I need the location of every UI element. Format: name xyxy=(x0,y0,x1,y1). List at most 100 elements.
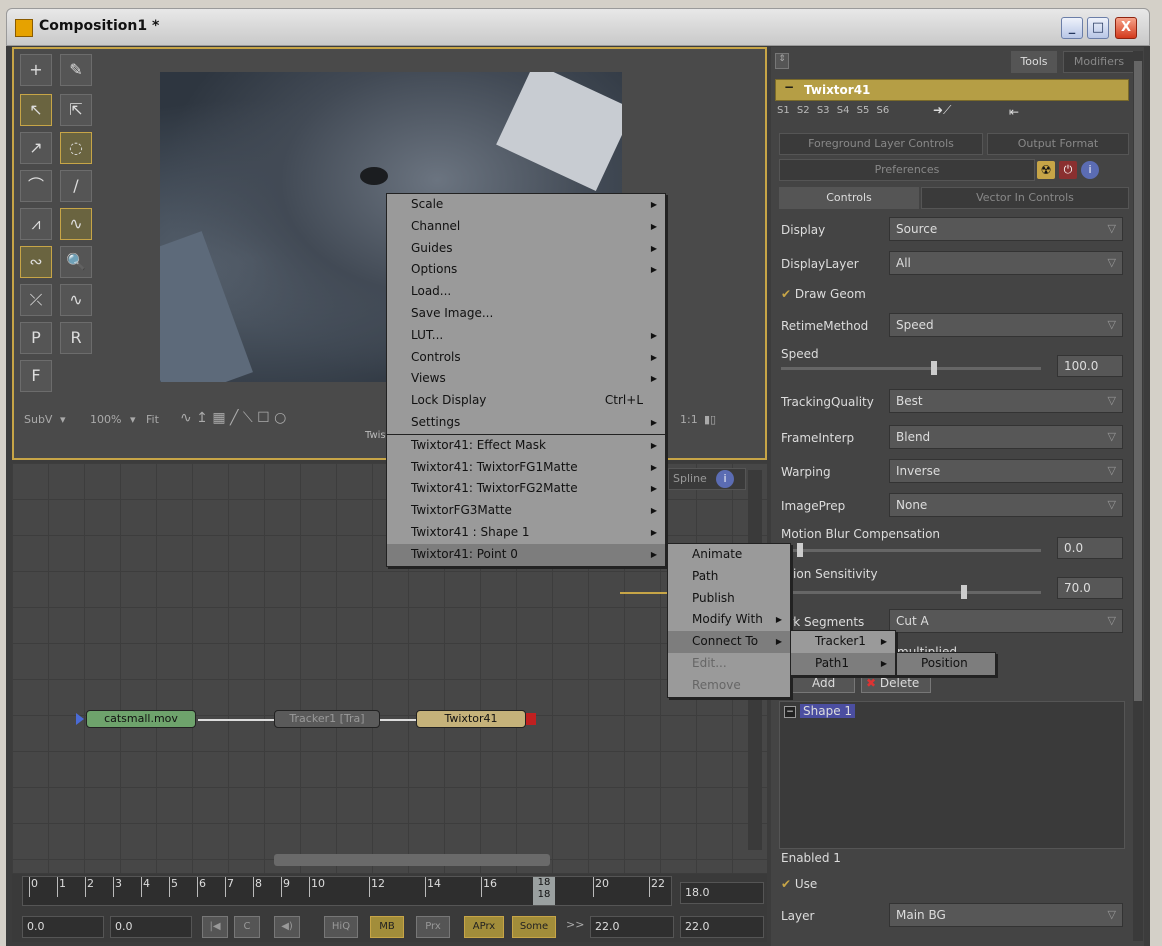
menu-item-fg1matte[interactable]: Twixtor41: TwixtorFG1Matte ▶ xyxy=(387,457,665,479)
render-end-field[interactable]: 22.0 xyxy=(590,916,674,938)
hiq-button[interactable]: HiQ xyxy=(324,916,358,938)
fit-button[interactable]: Fit xyxy=(146,413,159,426)
add-button[interactable]: Add xyxy=(791,673,855,693)
pen-icon[interactable]: ✎ xyxy=(60,54,92,86)
motion-sensitivity-knob[interactable] xyxy=(961,585,967,599)
render-start-field[interactable]: 0.0 xyxy=(110,916,192,938)
lasso-icon[interactable]: ◌ xyxy=(60,132,92,164)
menu-item-path1[interactable]: Path1 ▶ xyxy=(791,652,895,675)
loop-icon[interactable]: C xyxy=(234,916,260,938)
tab-controls[interactable]: Controls xyxy=(779,187,919,209)
publish-pb-icon[interactable]: R xyxy=(60,322,92,354)
menu-item-fg3matte[interactable]: TwixtorFG3Matte ▶ xyxy=(387,500,665,522)
shape-list[interactable]: − Shape 1 xyxy=(779,701,1125,849)
delete-button[interactable]: ✖ Delete xyxy=(861,673,931,693)
shape-item[interactable]: Shape 1 xyxy=(800,704,856,718)
mbc-field[interactable]: 0.0 xyxy=(1057,537,1123,559)
display-dropdown[interactable]: Source xyxy=(889,217,1123,241)
wave-icon[interactable]: ∿ xyxy=(60,284,92,316)
curve-icon[interactable]: ⌒ xyxy=(20,170,52,202)
mb-button[interactable]: MB xyxy=(370,916,404,938)
menu-item-connect-to[interactable]: Connect To ▶ xyxy=(668,631,790,653)
next-arrow[interactable]: >> xyxy=(566,918,584,931)
subview-button[interactable]: SubV xyxy=(24,413,52,426)
menu-item-load[interactable]: Load... xyxy=(387,281,665,303)
menu-item-channel[interactable]: Channel ▶ xyxy=(387,216,665,238)
menu-item-guides[interactable]: Guides ▶ xyxy=(387,238,665,260)
playhead[interactable]: 18 18 xyxy=(533,877,555,905)
link-icon[interactable]: ➜⟋ xyxy=(933,103,951,118)
tool-header[interactable]: − Twixtor41 xyxy=(775,79,1129,101)
panel-scrollbar[interactable] xyxy=(1133,51,1143,941)
menu-item-point0[interactable]: Twixtor41: Point 0 ▶ xyxy=(387,543,665,566)
zoom-level[interactable]: 100% xyxy=(90,413,121,426)
prx-button[interactable]: Prx xyxy=(416,916,450,938)
motion-sensitivity-slider[interactable] xyxy=(781,585,1041,599)
tab-output-format[interactable]: Output Format xyxy=(987,133,1129,155)
point-select-icon[interactable]: ⇱ xyxy=(60,94,92,126)
audio-icon[interactable]: ◀) xyxy=(274,916,300,938)
spline-tools-icon[interactable]: ∿ ↥ ▦ ╱ ⟍ ☐ ○ xyxy=(180,410,286,426)
global-end-field[interactable]: 22.0 xyxy=(680,916,764,938)
freeze-icon[interactable]: F xyxy=(20,360,52,392)
ratio-button[interactable]: 1:1 xyxy=(680,413,698,426)
loader-node[interactable]: catsmall.mov xyxy=(86,710,196,728)
zoom-icon[interactable]: 🔍 xyxy=(60,246,92,278)
speed-slider[interactable] xyxy=(781,361,1041,375)
some-button[interactable]: Some xyxy=(512,916,556,938)
retime-dropdown[interactable]: Speed xyxy=(889,313,1123,337)
tab-preferences[interactable]: Preferences xyxy=(779,159,1035,181)
motion-sensitivity-field[interactable]: 70.0 xyxy=(1057,577,1123,599)
current-time-field[interactable]: 18.0 xyxy=(680,882,764,904)
menu-item-save-image[interactable]: Save Image... xyxy=(387,303,665,325)
menu-item-views[interactable]: Views ▶ xyxy=(387,368,665,390)
break-icon[interactable]: ⤫ xyxy=(20,284,52,316)
reset-icon[interactable]: ⏻ xyxy=(1059,161,1077,179)
aprx-button[interactable]: APrx xyxy=(464,916,504,938)
panel-scrollbar-thumb[interactable] xyxy=(1134,61,1142,701)
tab-vector-in-controls[interactable]: Vector In Controls xyxy=(921,187,1129,209)
menu-item-scale[interactable]: Scale ▶ xyxy=(387,194,665,216)
output-port-icon[interactable] xyxy=(526,713,536,725)
slots[interactable]: S1 S2 S3 S4 S5 S6 xyxy=(777,105,889,116)
polyline-icon[interactable]: ⩘ xyxy=(20,208,52,240)
menu-item-animate[interactable]: Animate xyxy=(668,544,790,566)
publish-p-icon[interactable]: P xyxy=(20,322,52,354)
display-layer-dropdown[interactable]: All xyxy=(889,251,1123,275)
speed-field[interactable]: 100.0 xyxy=(1057,355,1123,377)
scroll-arrows-icon[interactable]: ⇕ xyxy=(775,53,789,69)
speed-slider-knob[interactable] xyxy=(931,361,937,375)
global-start-field[interactable]: 0.0 xyxy=(22,916,104,938)
pin-icon[interactable]: ⇤ xyxy=(1009,105,1019,119)
smooth-icon[interactable]: ∾ xyxy=(20,246,52,278)
time-ruler[interactable]: 0 1 2 3 4 5 6 7 8 9 10 12 14 16 18 18 20 … xyxy=(22,876,672,906)
maximize-button[interactable]: □ xyxy=(1087,17,1109,39)
use-checkbox[interactable]: ✔ Use xyxy=(781,877,817,891)
info-icon[interactable]: i xyxy=(716,470,734,488)
layer-dropdown[interactable]: Main BG xyxy=(889,903,1123,927)
tab-modifiers[interactable]: Modifiers xyxy=(1063,51,1135,73)
close-button[interactable]: X xyxy=(1115,17,1137,39)
add-point-icon[interactable]: ↗ xyxy=(20,132,52,164)
menu-item-fg2matte[interactable]: Twixtor41: TwixtorFG2Matte ▶ xyxy=(387,478,665,500)
expand-icon[interactable]: − xyxy=(784,706,796,718)
tracker-node[interactable]: Tracker1 [Tra] xyxy=(274,710,380,728)
spline-tab[interactable]: Spline xyxy=(668,468,746,490)
frame-interp-dropdown[interactable]: Blend xyxy=(889,425,1123,449)
image-prep-dropdown[interactable]: None xyxy=(889,493,1123,517)
select-icon[interactable]: ↖ xyxy=(20,94,52,126)
line-icon[interactable]: / xyxy=(60,170,92,202)
histogram-icon[interactable]: ▮▯ xyxy=(704,413,716,426)
menu-item-position[interactable]: Position xyxy=(897,653,995,675)
crosshair-icon[interactable]: + xyxy=(20,54,52,86)
menu-item-publish[interactable]: Publish xyxy=(668,588,790,610)
bspline-icon[interactable]: ∿ xyxy=(60,208,92,240)
draw-geom-checkbox[interactable]: ✔ Draw Geom xyxy=(781,287,866,301)
menu-item-shape1[interactable]: Twixtor41 : Shape 1 ▶ xyxy=(387,522,665,544)
mbc-slider[interactable] xyxy=(781,543,1041,557)
menu-item-lock-display[interactable]: Lock Display Ctrl+L xyxy=(387,390,665,412)
tracking-dropdown[interactable]: Best xyxy=(889,389,1123,413)
radiation-icon[interactable]: ☢ xyxy=(1037,161,1055,179)
twixtor-node[interactable]: Twixtor41 xyxy=(416,710,526,728)
tab-tools[interactable]: Tools xyxy=(1011,51,1057,73)
